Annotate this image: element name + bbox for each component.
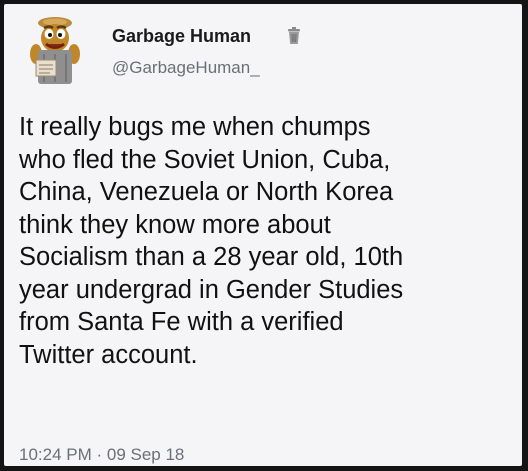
tweet-line: year undergrad in Gender Studies xyxy=(19,275,404,304)
display-name[interactable]: Garbage Human xyxy=(112,26,251,47)
tweet-text: It really bugs me when chumps who fled t… xyxy=(19,111,519,371)
tweet-line: think they know more about xyxy=(19,210,331,239)
tweet-line: Twitter account. xyxy=(19,340,198,369)
tweet-line: who fled the Soviet Union, Cuba, xyxy=(19,145,391,174)
tweet-line: China, Venezuela or North Korea xyxy=(19,178,394,206)
tweet-line: Socialism than a 28 year old, 10th xyxy=(19,243,404,271)
avatar[interactable] xyxy=(24,14,86,86)
tweet-line: It really bugs me when chumps xyxy=(19,113,371,141)
user-handle[interactable]: @GarbageHuman_ xyxy=(112,58,260,78)
tweet-card: Garbage Human @GarbageHuman_ It really b… xyxy=(4,4,522,466)
trash-can-icon xyxy=(288,27,300,44)
screenshot-frame: Garbage Human @GarbageHuman_ It really b… xyxy=(0,0,528,471)
tweet-timestamp[interactable]: 10:24 PM · 09 Sep 18 xyxy=(19,445,184,465)
tweet-line: from Santa Fe with a verified xyxy=(19,308,344,336)
